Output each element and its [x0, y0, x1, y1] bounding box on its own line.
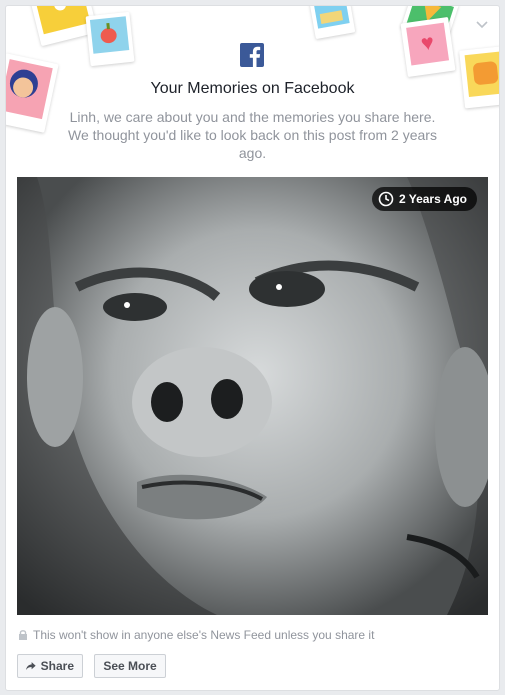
memory-photo[interactable]: 2 Years Ago — [17, 177, 488, 615]
share-arrow-icon — [26, 661, 36, 670]
card-message: Linh, we care about you and the memories… — [68, 109, 437, 161]
facebook-logo-icon — [240, 43, 264, 67]
share-button[interactable]: Share — [17, 654, 83, 678]
sticker-heart: ♥ — [400, 16, 456, 78]
sticker-beach — [308, 6, 356, 40]
see-more-button[interactable]: See More — [94, 654, 166, 678]
sticker-apple — [85, 11, 135, 67]
memory-photo-image — [17, 177, 488, 615]
memories-card: ♥ Your Memories on Facebook Linh, we car… — [5, 5, 500, 691]
see-more-button-label: See More — [103, 659, 157, 673]
lock-icon — [19, 630, 27, 640]
privacy-note: This won't show in anyone else's News Fe… — [18, 628, 374, 642]
memory-age-badge: 2 Years Ago — [371, 187, 477, 211]
sticker-cat — [459, 45, 499, 109]
card-title: Your Memories on Facebook — [150, 80, 355, 97]
share-button-label: Share — [40, 659, 74, 673]
chevron-down-icon[interactable] — [475, 20, 489, 30]
clock-icon — [378, 191, 394, 207]
memory-age-label: 2 Years Ago — [398, 192, 467, 206]
privacy-note-text: This won't show in anyone else's News Fe… — [33, 628, 375, 642]
